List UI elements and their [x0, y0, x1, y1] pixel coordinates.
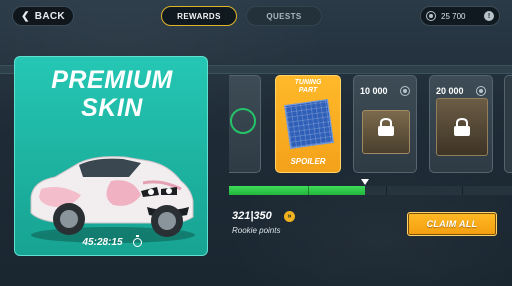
check-icon [230, 108, 256, 134]
reward-type-line1: TUNING [294, 79, 322, 86]
timer-text: 45:28:15 [82, 237, 123, 248]
claim-all-button[interactable]: CLAIM ALL [407, 212, 497, 236]
reward-card-tuning-part[interactable]: TUNING PART SPOILER [275, 75, 341, 173]
lock-icon [454, 118, 470, 136]
progress-tick [462, 186, 463, 195]
reward-card-next[interactable] [504, 75, 512, 173]
fast-forward-icon[interactable]: » [284, 211, 295, 222]
tab-rewards[interactable]: REWARDS [161, 6, 237, 26]
reward-item-name: SPOILER [290, 157, 326, 166]
lock-icon [378, 118, 394, 136]
progress-tick [386, 186, 387, 195]
premium-timer: 45:28:15 [15, 235, 207, 248]
reward-amount: 20 000 [436, 86, 464, 96]
progress-tick [308, 186, 309, 195]
reward-card-locked-10000[interactable]: 10 000 [353, 75, 417, 173]
back-button[interactable]: ❮ BACK [12, 6, 74, 26]
blueprint-icon [284, 99, 334, 149]
progress-marker [361, 179, 369, 185]
points-counter: 321|350 [232, 210, 272, 222]
progress-bar [229, 179, 512, 195]
reward-type-line2: PART [298, 87, 318, 94]
tab-rewards-label: REWARDS [177, 11, 221, 21]
back-label: BACK [34, 10, 65, 22]
reward-amount: 10 000 [360, 86, 388, 96]
currency-display[interactable]: 25 700 ! [420, 6, 500, 26]
premium-subtitle: SKIN [81, 94, 143, 122]
reward-card-locked-20000[interactable]: 20 000 [429, 75, 493, 173]
coin-icon [426, 11, 436, 21]
coin-icon [400, 86, 410, 96]
tab-quests-label: QUESTS [266, 11, 302, 21]
add-currency-icon[interactable]: ! [484, 11, 494, 21]
coin-icon [476, 86, 486, 96]
points-label: Rookie points [232, 226, 281, 235]
reward-track[interactable]: TUNING PART SPOILER 10 000 20 000 [229, 75, 512, 195]
claim-all-label: CLAIM ALL [426, 219, 478, 229]
premium-title: PREMIUM [51, 66, 173, 94]
progress-fill [229, 186, 365, 195]
chevron-left-icon: ❮ [21, 10, 30, 22]
reward-card-completed[interactable] [229, 75, 261, 173]
stopwatch-icon [132, 235, 142, 247]
car-image [30, 156, 195, 243]
premium-skin-card[interactable]: PREMIUM SKIN 45:28:15 [14, 56, 208, 256]
tab-quests[interactable]: QUESTS [246, 6, 322, 26]
currency-amount: 25 700 [441, 11, 466, 21]
